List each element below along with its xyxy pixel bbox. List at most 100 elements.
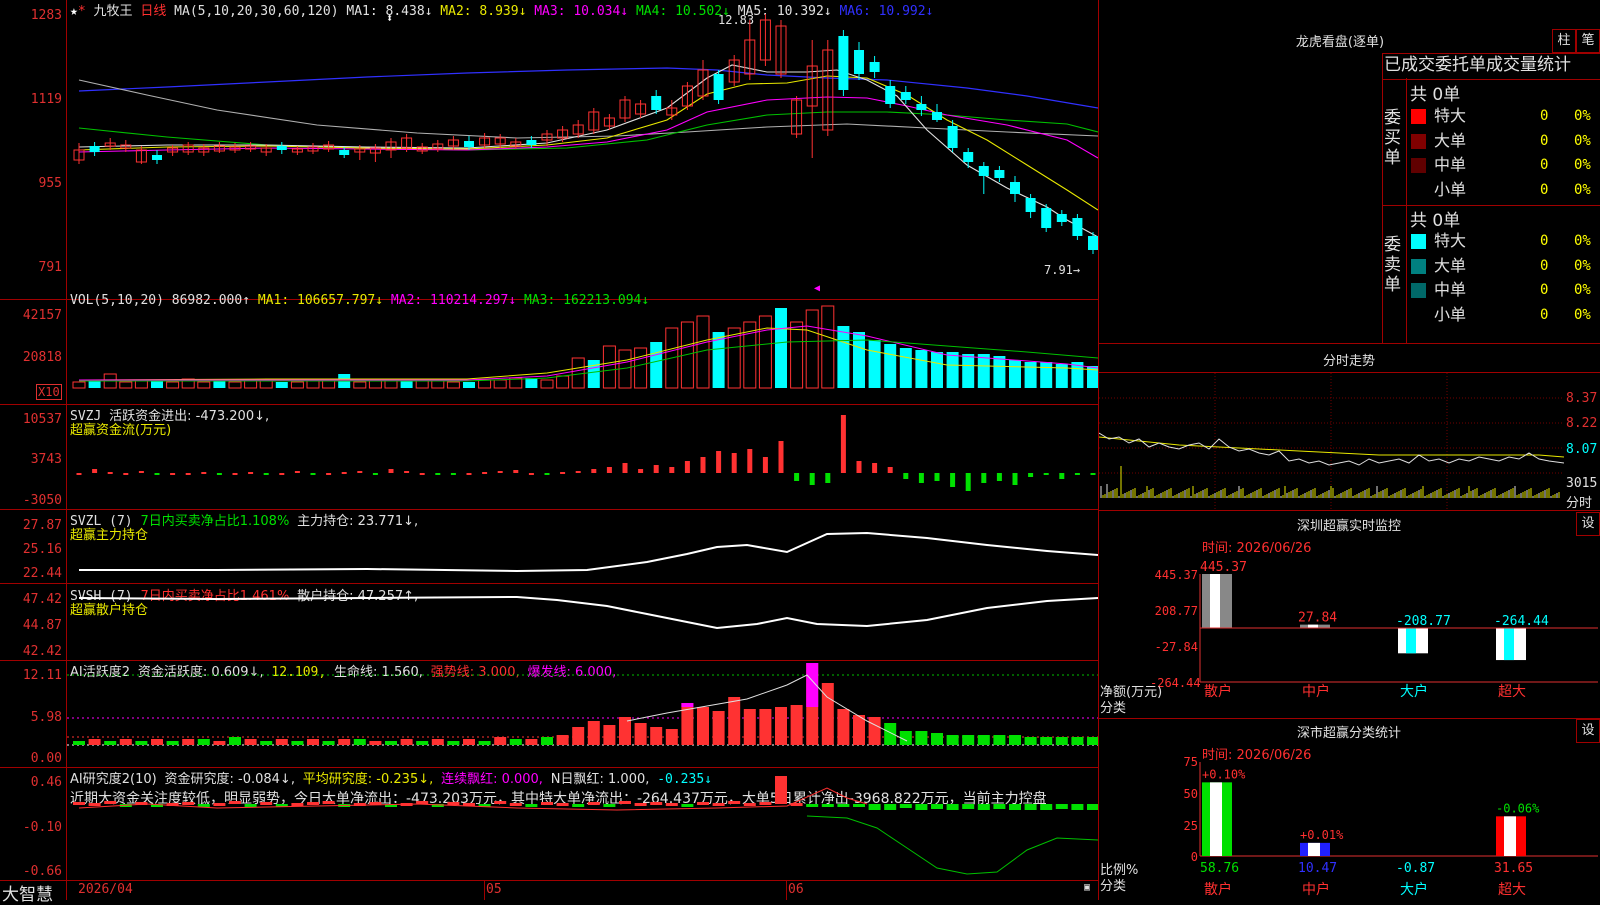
- date-axis-label-1: 2026/04: [78, 882, 133, 897]
- svsh-y-label-3: 42.42: [22, 644, 62, 659]
- main-y-label-3: 955: [38, 176, 62, 191]
- sz-monitor-value-label: -264.44: [1494, 614, 1549, 629]
- candle-body: [1041, 208, 1052, 228]
- candle-chart[interactable]: [67, 0, 1098, 299]
- ai-research-chart[interactable]: [67, 768, 1098, 880]
- sz-stats-y4: 0: [1190, 850, 1198, 864]
- tick-mode-button[interactable]: 笔: [1576, 29, 1600, 53]
- longhu-inner-border: [1406, 78, 1407, 343]
- ai-research-bar: [681, 804, 694, 807]
- svzj-y-label-2: 3743: [30, 452, 62, 467]
- sz-stats-bars: +0.10% 58.76 散户 +0.01% 10.47 中户 -0.87 大户 -0.06% 3…: [1200, 767, 1540, 898]
- svzj-y-label-3: -3050: [22, 493, 62, 508]
- buy-row-name: 特大: [1434, 106, 1467, 125]
- ai-active-bar: [151, 739, 163, 745]
- cursor-marker-icon: ⬍: [386, 11, 394, 25]
- ai-active-bar: [619, 717, 631, 745]
- ai-active-bar: [728, 697, 741, 745]
- candle-body: [1088, 236, 1098, 250]
- candle-body: [885, 86, 896, 104]
- ai-active-bar: [135, 741, 148, 745]
- ai-active-bar-top: [681, 703, 694, 707]
- ai-active-bar: [759, 709, 772, 745]
- svzj-chart[interactable]: [67, 405, 1098, 509]
- bar-mode-button[interactable]: 柱: [1552, 29, 1576, 53]
- ai-research-bar: [619, 801, 631, 804]
- svzj-bar: [809, 473, 815, 485]
- sz-monitor-settings-button[interactable]: 设: [1576, 512, 1600, 536]
- svzj-bar: [747, 449, 753, 473]
- ai-research-bar: [541, 802, 553, 805]
- svzl-chart[interactable]: [67, 510, 1098, 583]
- sz-stats-bottom-label: 31.65: [1494, 861, 1533, 876]
- ai-active-bar: [119, 739, 132, 745]
- svzj-bar: [903, 473, 909, 479]
- sz-stats-category: 超大: [1498, 882, 1526, 898]
- svzj-bar: [1074, 473, 1080, 475]
- ai-research-bar: [743, 803, 756, 806]
- svzj-bar: [560, 472, 566, 474]
- svzj-bar: [138, 471, 144, 473]
- ai-active-bar: [697, 707, 709, 745]
- svzj-bar: [294, 471, 300, 473]
- intraday-chart[interactable]: [1099, 373, 1564, 509]
- svsh-chart[interactable]: [67, 584, 1098, 660]
- svzj-bar: [825, 473, 831, 483]
- main-y-label-2: 1119: [30, 92, 62, 107]
- volume-bar: [290, 381, 304, 389]
- svzj-bar: [965, 473, 971, 491]
- svsh-y-label-1: 47.42: [22, 592, 62, 607]
- ai-active-bar: [946, 735, 959, 745]
- ai-research-bar: [728, 801, 741, 804]
- sz-stats-y1: 75: [1183, 755, 1198, 769]
- volume-bar: [837, 326, 850, 388]
- date-axis-label-3: 06: [788, 882, 804, 897]
- svzj-bar: [123, 473, 129, 475]
- sz-monitor-value-label: 27.84: [1298, 611, 1337, 626]
- volume-bar: [571, 357, 585, 389]
- ai-research-y-label-1: 0.46: [30, 775, 62, 790]
- volume-chart[interactable]: [67, 300, 1098, 404]
- svzj-bar: [606, 467, 612, 473]
- sz-stats-settings-button[interactable]: 设: [1576, 719, 1600, 743]
- sz-stats-ylabel2: 分类: [1100, 879, 1127, 894]
- svzj-bar: [918, 473, 924, 483]
- ai-active-bar: [977, 735, 990, 745]
- ai-research-bar: [993, 804, 1006, 809]
- ai-active-bar: [400, 739, 413, 745]
- sz-stats-chart[interactable]: +0.10% 58.76 散户 +0.01% 10.47 中户 -0.87 大户 -0.06% 3…: [1198, 760, 1600, 900]
- sell-row-name: 中单: [1434, 280, 1467, 299]
- ai-active-bar: [307, 739, 319, 745]
- ai-research-bar: [806, 804, 819, 807]
- sell-row-pct: 0%: [1574, 282, 1591, 298]
- ai-active-bar: [821, 683, 834, 745]
- svsh-y-label-2: 44.87: [22, 618, 62, 633]
- volume-bar: [962, 354, 975, 388]
- sz-monitor-bar-highlight: [1406, 628, 1416, 654]
- volume-bar: [602, 345, 616, 389]
- volume-bar: [353, 381, 367, 389]
- ai-active-bar: [1009, 735, 1021, 745]
- volume-bar: [1024, 362, 1037, 388]
- candle-body: [947, 126, 958, 148]
- sz-monitor-value-label: 445.37: [1200, 560, 1247, 575]
- sz-monitor-chart[interactable]: 445.37 散户 27.84 中户 -208.77 大户 -264.44 超大: [1198, 560, 1600, 730]
- brand-label: 大智慧: [2, 885, 53, 905]
- candle-body: [651, 96, 662, 110]
- ai-active-chart[interactable]: [67, 661, 1098, 767]
- volume-bar: [119, 381, 133, 389]
- volume-bar: [821, 305, 835, 389]
- ma5-line: [78, 64, 1098, 238]
- ai-active-bar: [650, 727, 663, 745]
- buy-row-pct: 0%: [1574, 157, 1591, 173]
- volume-bar: [884, 344, 897, 388]
- lock-icon[interactable]: ▣: [1084, 882, 1090, 893]
- svzj-bar: [684, 461, 690, 473]
- intraday-bottom-border: [1098, 510, 1600, 511]
- volume-bar: [775, 308, 787, 388]
- ai-research-bar: [229, 801, 241, 804]
- svzj-bar: [840, 415, 846, 473]
- scroll-marker-icon: ◀: [814, 283, 821, 294]
- sell-row-pct: 0%: [1574, 306, 1591, 323]
- svzj-bar: [1043, 473, 1049, 475]
